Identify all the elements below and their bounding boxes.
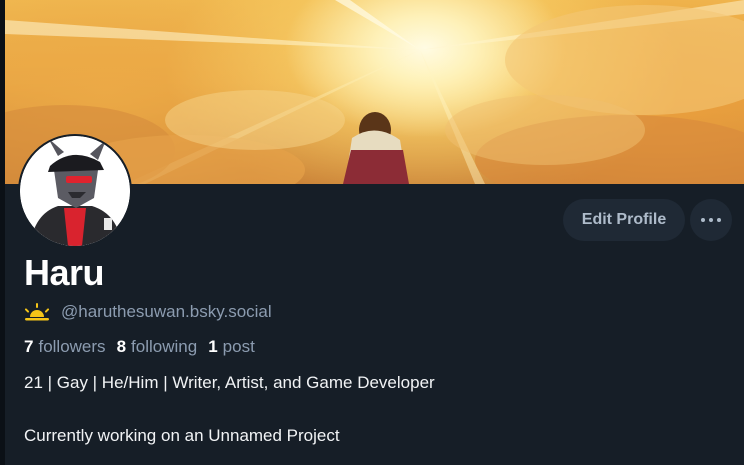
display-name: Haru xyxy=(24,252,105,293)
handle-row: @haruthesuwan.bsky.social xyxy=(24,300,272,324)
following-link[interactable]: 8 following xyxy=(117,337,198,357)
sunrise-icon xyxy=(24,302,50,322)
profile-avatar[interactable] xyxy=(18,134,132,248)
posts-count: 1 xyxy=(208,337,218,356)
followers-link[interactable]: 7 followers xyxy=(24,337,106,357)
following-count: 8 xyxy=(116,337,127,356)
followers-label: followers xyxy=(38,337,106,356)
bio-line: 21 | Gay | He/Him | Writer, Artist, and … xyxy=(24,373,435,392)
posts-stat: 1 post xyxy=(208,337,255,357)
more-options-button[interactable] xyxy=(690,199,732,241)
followers-count: 7 xyxy=(24,337,34,356)
ellipsis-icon xyxy=(699,218,723,222)
bio-line: Currently working on an Unnamed Project xyxy=(24,426,340,445)
edit-profile-button[interactable]: Edit Profile xyxy=(563,199,685,241)
profile-page: Edit Profile Haru @haruthesuwan.bsky.soc… xyxy=(0,0,744,465)
profile-stats: 7 followers 8 following 1 post xyxy=(24,335,266,359)
following-label: following xyxy=(131,337,198,356)
avatar-image xyxy=(20,136,130,246)
posts-label: post xyxy=(222,337,255,356)
handle-text[interactable]: @haruthesuwan.bsky.social xyxy=(61,302,272,322)
